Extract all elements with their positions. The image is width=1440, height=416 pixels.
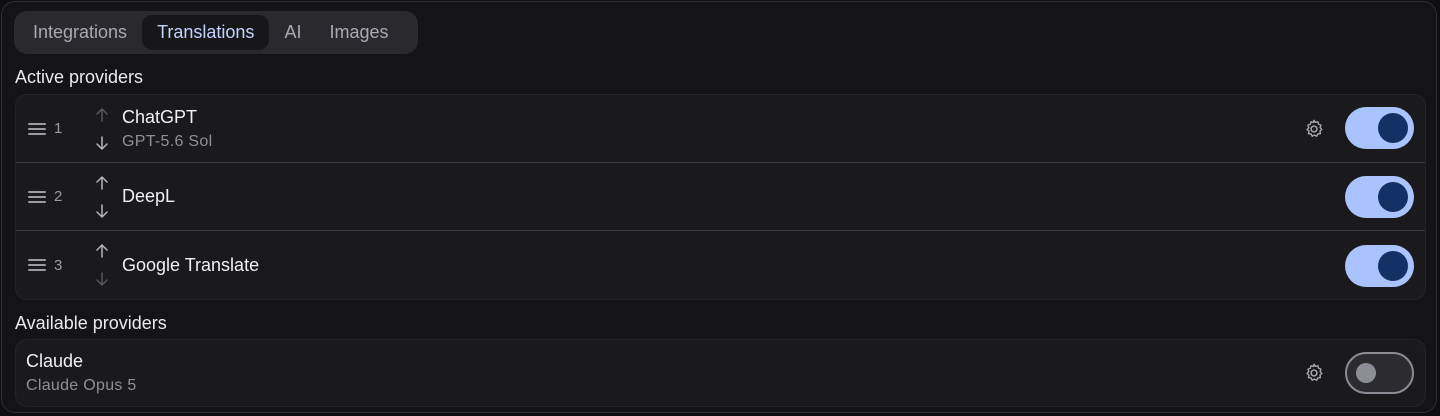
provider-toggle[interactable] bbox=[1345, 352, 1414, 394]
provider-row-claude: Claude Claude Opus 5 bbox=[16, 340, 1425, 406]
provider-model: Claude Opus 5 bbox=[26, 377, 137, 394]
toggle-knob bbox=[1378, 251, 1408, 281]
provider-info: ChatGPT GPT-5.6 Sol bbox=[122, 95, 212, 162]
toggle-knob bbox=[1378, 113, 1408, 143]
active-providers-heading: Active providers bbox=[15, 67, 144, 87]
available-providers-heading: Available providers bbox=[15, 313, 167, 333]
tab-integrations[interactable]: Integrations bbox=[20, 15, 140, 50]
provider-name: DeepL bbox=[122, 186, 176, 206]
provider-model: GPT-5.6 Sol bbox=[122, 132, 213, 150]
drag-handle[interactable]: 2 bbox=[28, 163, 62, 230]
tab-ai[interactable]: AI bbox=[271, 15, 314, 50]
arrow-up-icon[interactable] bbox=[92, 173, 112, 193]
provider-info: Google Translate bbox=[122, 231, 259, 299]
provider-order: 2 bbox=[54, 188, 63, 205]
drag-handle[interactable]: 3 bbox=[28, 231, 62, 299]
drag-handle-icon bbox=[28, 190, 46, 203]
provider-row-chatgpt: 1 ChatGPT GPT-5.6 Sol bbox=[16, 95, 1425, 163]
tab-images[interactable]: Images bbox=[316, 15, 401, 50]
arrow-down-icon[interactable] bbox=[92, 269, 112, 289]
drag-handle[interactable]: 1 bbox=[28, 95, 62, 162]
available-providers-list: Claude Claude Opus 5 bbox=[15, 339, 1426, 407]
toggle-knob bbox=[1356, 363, 1376, 383]
tab-bar: Integrations Translations AI Images bbox=[14, 11, 418, 54]
provider-order: 1 bbox=[54, 120, 63, 137]
provider-name: Google Translate bbox=[122, 254, 260, 275]
provider-row-google-translate: 3 Google Translate bbox=[16, 231, 1425, 299]
reorder-arrows bbox=[92, 173, 112, 221]
gear-icon[interactable] bbox=[1303, 118, 1325, 140]
drag-handle-icon bbox=[28, 259, 46, 271]
provider-name: ChatGPT bbox=[122, 106, 198, 127]
gear-icon[interactable] bbox=[1303, 362, 1325, 384]
settings-panel: Integrations Translations AI Images Acti… bbox=[1, 1, 1437, 413]
reorder-arrows bbox=[92, 241, 112, 289]
toggle-knob bbox=[1378, 182, 1408, 212]
active-providers-list: 1 ChatGPT GPT-5.6 Sol 2 DeepL 3 Google T… bbox=[15, 94, 1426, 300]
provider-toggle[interactable] bbox=[1345, 245, 1414, 287]
provider-toggle[interactable] bbox=[1345, 176, 1414, 218]
arrow-up-icon[interactable] bbox=[92, 105, 112, 125]
drag-handle-icon bbox=[28, 122, 46, 135]
provider-order: 3 bbox=[54, 256, 63, 274]
arrow-up-icon[interactable] bbox=[92, 241, 112, 261]
provider-info: DeepL bbox=[122, 163, 175, 230]
arrow-down-icon[interactable] bbox=[92, 133, 112, 153]
arrow-down-icon[interactable] bbox=[92, 201, 112, 221]
provider-row-deepl: 2 DeepL bbox=[16, 163, 1425, 231]
provider-toggle[interactable] bbox=[1345, 107, 1414, 149]
provider-info: Claude Claude Opus 5 bbox=[26, 340, 137, 406]
provider-name: Claude bbox=[26, 351, 84, 371]
reorder-arrows bbox=[92, 105, 112, 153]
tab-translations[interactable]: Translations bbox=[142, 15, 270, 50]
